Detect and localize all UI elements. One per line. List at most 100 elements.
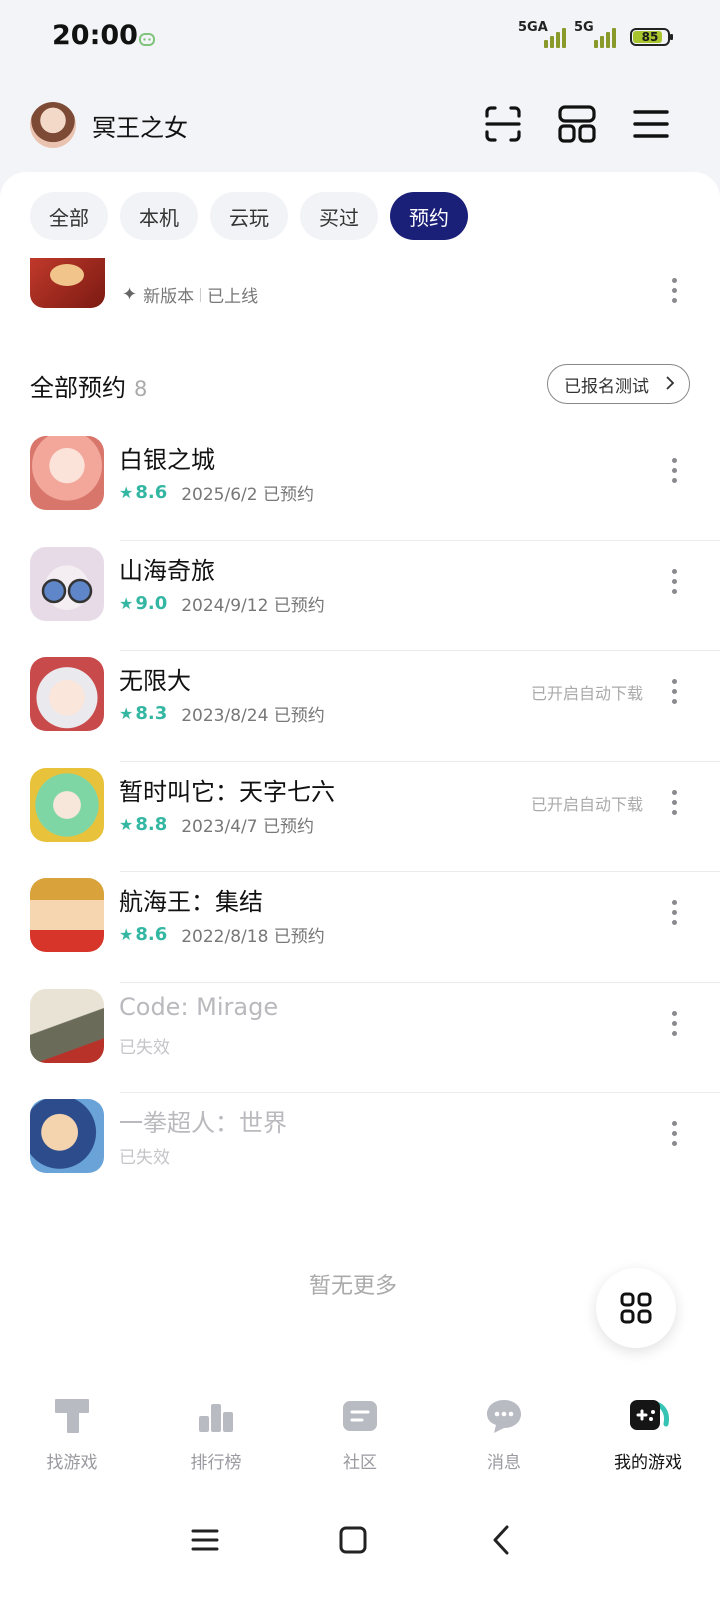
more-options-icon[interactable] bbox=[670, 568, 678, 599]
partial-meta: ✦ 新版本 已上线 bbox=[122, 284, 259, 307]
sparkle-icon: ✦ bbox=[122, 284, 138, 305]
filter-local[interactable]: 本机 bbox=[120, 192, 198, 240]
game-icon bbox=[30, 767, 104, 842]
game-meta: ★ 8.6 2025/6/2 已预约 bbox=[119, 480, 314, 505]
more-options-icon[interactable] bbox=[670, 1121, 678, 1151]
status-icons: 5GA 5G 85 bbox=[518, 20, 673, 48]
main-sheet: 全部 本机 云玩 买过 预约 ✦ 新版本 已上线 全部预约 8 已报名测试 白银之… bbox=[0, 172, 720, 1382]
game-meta: ★ 8.8 2023/4/7 已预约 bbox=[119, 812, 314, 837]
auto-download-tag: 已开启自动下载 bbox=[530, 684, 643, 703]
more-options-icon[interactable] bbox=[670, 679, 678, 709]
game-title: 无限大 bbox=[119, 667, 191, 695]
floating-grid-button[interactable] bbox=[596, 1268, 676, 1348]
more-options-icon[interactable] bbox=[670, 1010, 678, 1041]
home-icon[interactable] bbox=[335, 1522, 371, 1558]
rating: ★ 8.8 bbox=[119, 813, 168, 835]
menu-icon[interactable] bbox=[631, 104, 671, 144]
signed-up-test-button[interactable]: 已报名测试 bbox=[547, 364, 690, 404]
nav-messages[interactable]: 消息 bbox=[432, 1382, 576, 1492]
reserve-date: 2023/8/24 已预约 bbox=[181, 706, 325, 726]
signal-sim2-icon: 5G bbox=[574, 20, 616, 48]
star-icon: ★ bbox=[119, 593, 134, 613]
filter-reserved[interactable]: 预约 bbox=[390, 192, 468, 240]
find-games-icon bbox=[55, 1399, 89, 1433]
list-item[interactable]: 航海王：集结 ★ 8.6 2022/8/18 已预约 bbox=[0, 872, 720, 983]
message-icon bbox=[487, 1400, 521, 1433]
more-options-icon[interactable] bbox=[670, 278, 678, 308]
game-icon bbox=[30, 1099, 104, 1173]
section-count: 8 bbox=[134, 377, 148, 401]
game-meta: 已失效 bbox=[119, 1143, 170, 1168]
invalid-status: 已失效 bbox=[119, 1148, 170, 1168]
section-title: 全部预约 8 bbox=[30, 374, 148, 402]
nav-community[interactable]: 社区 bbox=[288, 1382, 432, 1492]
filter-purchased[interactable]: 买过 bbox=[300, 192, 378, 240]
reserve-date: 2025/6/2 已预约 bbox=[181, 485, 314, 505]
game-icon bbox=[30, 878, 104, 952]
battery-icon: 85 bbox=[630, 28, 673, 46]
game-title: Code: Mirage bbox=[119, 992, 279, 1021]
signal-sim1-icon: 5GA bbox=[518, 20, 566, 48]
game-title: 航海王：集结 bbox=[119, 888, 263, 916]
game-icon bbox=[30, 436, 104, 510]
more-options-icon[interactable] bbox=[670, 458, 678, 488]
game-title: 山海奇旅 bbox=[119, 556, 215, 585]
list-item[interactable]: 一拳超人：世界 已失效 bbox=[0, 1093, 720, 1204]
list-item[interactable]: 无限大 ★ 8.3 2023/8/24 已预约 已开启自动下载 bbox=[0, 651, 720, 762]
nav-my-games[interactable]: 我的游戏 bbox=[576, 1382, 720, 1492]
more-options-icon[interactable] bbox=[670, 789, 678, 820]
ranking-icon bbox=[199, 1404, 233, 1432]
chevron-right-icon bbox=[666, 376, 675, 390]
my-games-icon bbox=[630, 1400, 669, 1430]
more-options-icon[interactable] bbox=[670, 900, 678, 930]
game-meta: 已失效 bbox=[119, 1033, 170, 1058]
grid-icon bbox=[620, 1292, 652, 1324]
game-meta: ★ 8.3 2023/8/24 已预约 bbox=[119, 701, 325, 726]
back-icon[interactable] bbox=[483, 1522, 519, 1558]
scan-icon[interactable] bbox=[483, 104, 523, 144]
game-title: 暂时叫它：天字七六 bbox=[119, 777, 335, 806]
list-item[interactable]: Code: Mirage 已失效 bbox=[0, 983, 720, 1093]
apps-grid-icon[interactable] bbox=[557, 104, 597, 144]
game-meta: ★ 9.0 2024/9/12 已预约 bbox=[119, 591, 325, 616]
community-icon bbox=[343, 1401, 377, 1431]
game-icon bbox=[30, 988, 104, 1063]
nav-ranking[interactable]: 排行榜 bbox=[144, 1382, 288, 1492]
avatar[interactable] bbox=[30, 102, 76, 148]
reservation-list: 白银之城 ★ 8.6 2025/6/2 已预约 山海奇旅 ★ 9.0 2024/9/… bbox=[0, 430, 720, 1204]
list-item-partial[interactable]: ✦ 新版本 已上线 bbox=[30, 258, 690, 312]
star-icon: ★ bbox=[119, 483, 134, 502]
game-title: 一拳超人：世界 bbox=[119, 1109, 287, 1137]
filter-chips: 全部 本机 云玩 买过 预约 bbox=[30, 192, 468, 240]
star-icon: ★ bbox=[119, 814, 134, 834]
notification-icon bbox=[139, 33, 155, 46]
invalid-status: 已失效 bbox=[119, 1037, 170, 1058]
rating: ★ 8.6 bbox=[119, 482, 168, 503]
list-item[interactable]: 白银之城 ★ 8.6 2025/6/2 已预约 bbox=[0, 430, 720, 541]
system-nav-bar bbox=[0, 1492, 720, 1600]
rating: ★ 8.6 bbox=[119, 924, 168, 945]
filter-all[interactable]: 全部 bbox=[30, 192, 108, 240]
game-icon bbox=[30, 657, 104, 731]
star-icon: ★ bbox=[119, 704, 134, 723]
list-item[interactable]: 山海奇旅 ★ 9.0 2024/9/12 已预约 bbox=[0, 541, 720, 651]
game-icon bbox=[30, 258, 105, 308]
list-item[interactable]: 暂时叫它：天字七六 ★ 8.8 2023/4/7 已预约 已开启自动下载 bbox=[0, 762, 720, 872]
status-bar: 20:00 5GA 5G 85 bbox=[0, 0, 720, 80]
reserve-date: 2022/8/18 已预约 bbox=[181, 927, 325, 947]
rating: ★ 9.0 bbox=[119, 592, 168, 614]
nav-find-games[interactable]: 找游戏 bbox=[0, 1382, 144, 1492]
filter-cloud[interactable]: 云玩 bbox=[210, 192, 288, 240]
game-icon bbox=[30, 546, 104, 621]
auto-download-tag: 已开启自动下载 bbox=[530, 794, 643, 814]
rating: ★ 8.3 bbox=[119, 703, 168, 724]
status-time: 20:00 bbox=[52, 20, 138, 51]
username[interactable]: 冥王之女 bbox=[92, 108, 188, 143]
bottom-nav: 找游戏 排行榜 社区 消息 我的游戏 bbox=[0, 1382, 720, 1492]
reserve-date: 2024/9/12 已预约 bbox=[181, 595, 325, 616]
reserve-date: 2023/4/7 已预约 bbox=[181, 816, 314, 837]
star-icon: ★ bbox=[119, 925, 134, 944]
game-meta: ★ 8.6 2022/8/18 已预约 bbox=[119, 922, 325, 947]
game-title: 白银之城 bbox=[119, 446, 215, 474]
recent-apps-icon[interactable] bbox=[187, 1522, 223, 1558]
